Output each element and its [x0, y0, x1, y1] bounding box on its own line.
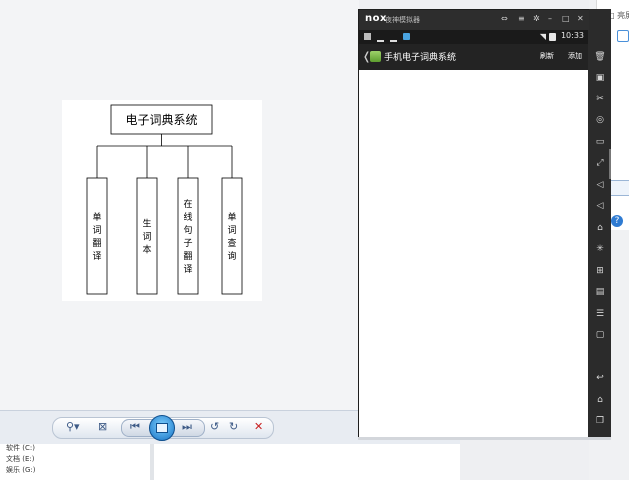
add-button[interactable]: 添加	[568, 51, 582, 61]
app-icon	[370, 51, 381, 62]
settings-icon[interactable]: ✲	[533, 14, 540, 24]
diagram-child-label: 子	[183, 238, 192, 249]
refresh-button[interactable]: 刷新	[540, 51, 554, 61]
previous-icon[interactable]: ⏮	[130, 420, 140, 434]
multi-instance-icon[interactable]: ⊞	[589, 264, 611, 278]
search-box[interactable]	[609, 180, 629, 196]
tree-item-drive-g[interactable]: 娱乐 (G:)	[6, 465, 35, 475]
tree-item-drive-e[interactable]: 文档 (E:)	[6, 454, 34, 464]
diagram-child-label: 查	[227, 237, 236, 249]
fullscreen-icon[interactable]: ⤢	[589, 156, 611, 170]
app-action-bar: ❬ 手机电子词典系统 刷新 添加	[359, 44, 588, 70]
file-list-pane	[154, 444, 460, 480]
tree-item-drive-c[interactable]: 软件 (C:)	[6, 443, 35, 453]
close-icon[interactable]: ✕	[577, 14, 584, 24]
diagram-child-label: 句	[183, 224, 192, 236]
shake-icon[interactable]: ✳	[589, 242, 611, 256]
actual-size-icon[interactable]: ⊠	[98, 420, 107, 434]
apk-icon[interactable]: ▣	[589, 71, 611, 85]
scissors-icon[interactable]: ✂	[589, 92, 611, 106]
android-status-bar: ◥ 10:33	[359, 30, 588, 44]
window-shadow	[358, 437, 611, 440]
emulator-title-bar[interactable]: nox 夜神模拟器 ⇔ ≡ ✲ – □ ✕	[359, 10, 590, 30]
diagram-child-label: 单	[227, 211, 236, 223]
help-icon[interactable]: ?	[611, 215, 623, 227]
zoom-icon[interactable]: ⚲▾	[66, 420, 80, 434]
app-content	[359, 70, 588, 437]
maximize-icon[interactable]: □	[562, 14, 570, 24]
more-icon[interactable]: ☰	[589, 307, 611, 321]
diagram-child-label: 本	[142, 244, 151, 256]
rotate-cw-icon[interactable]: ↻	[229, 420, 238, 434]
diagram-child-box	[221, 177, 243, 295]
download-icon	[390, 33, 397, 42]
sync-icon[interactable]: ⇔	[501, 14, 508, 24]
volume-down-icon[interactable]: ◁	[589, 199, 611, 213]
battery-icon	[549, 33, 556, 41]
back-icon[interactable]: ↩	[589, 371, 611, 385]
location-icon	[617, 30, 629, 42]
menu-icon[interactable]: ≡	[518, 14, 525, 24]
volume-up-icon[interactable]: ◁	[589, 178, 611, 192]
diagram-child-label: 单	[92, 211, 101, 223]
diagram-child-label: 词	[142, 232, 151, 243]
diagram-child-label: 线	[183, 211, 192, 223]
delete-icon[interactable]: ✕	[254, 420, 263, 434]
diagram-root-label: 电子词典系统	[125, 113, 197, 127]
home-icon[interactable]: ⌂	[589, 393, 611, 407]
diagram-child-box	[86, 177, 108, 295]
diagram-child-label: 译	[92, 251, 101, 262]
download-icon	[377, 33, 384, 42]
emulator-side-toolbar: 🗑 ▣ ✂ ◎ ▭ ⤢ ◁ ◁ ⌂ ✳ ⊞ ▤ ☰ ▢ ↩ ⌂ ❐	[589, 9, 611, 437]
diagram-child-label: 翻	[92, 238, 101, 249]
diagram-child-label: 词	[227, 225, 236, 236]
notification-icon	[364, 33, 371, 40]
diagram-svg: 电子词典系统 单词翻译生词本在线句子翻译单词查询	[86, 104, 243, 295]
app-title: 手机电子词典系统	[384, 53, 457, 63]
diagram-child-box	[177, 177, 199, 295]
diagram-child-label: 翻	[183, 251, 192, 262]
diagram-child-label: 词	[92, 225, 101, 236]
settings-icon[interactable]: ▢	[589, 328, 611, 342]
shield-icon	[403, 33, 410, 40]
rotate-ccw-icon[interactable]: ↺	[210, 420, 219, 434]
keyboard-icon[interactable]: ▭	[589, 135, 611, 149]
recent-apps-icon[interactable]: ❐	[589, 414, 611, 428]
minimize-icon[interactable]: –	[548, 14, 552, 24]
wifi-icon: ◥	[539, 32, 546, 41]
diagram-child-label: 生	[142, 218, 151, 230]
status-time: 10:33	[560, 31, 584, 40]
slideshow-button[interactable]	[149, 415, 175, 441]
diagram-child-label: 询	[227, 250, 236, 262]
slideshow-icon	[156, 423, 168, 433]
hierarchy-diagram-image: 电子词典系统 单词翻译生词本在线句子翻译单词查询	[62, 100, 262, 301]
diagram-child-label: 译	[183, 264, 192, 275]
trash-icon[interactable]: 🗑	[589, 50, 611, 64]
diagram-child-label: 在	[183, 198, 192, 210]
screenshot-icon[interactable]: ⌂	[589, 221, 611, 235]
file-tree: 软件 (C:) 文档 (E:) 娱乐 (G:)	[0, 444, 150, 480]
record-icon[interactable]: ▤	[589, 285, 611, 299]
next-icon[interactable]: ⏭	[182, 420, 192, 434]
nox-emulator-window: nox 夜神模拟器 ⇔ ≡ ✲ – □ ✕ ◥ 10:33 ❬ 手机电子词典系统…	[358, 9, 591, 439]
location-icon[interactable]: ◎	[589, 113, 611, 127]
nox-logo: nox	[365, 13, 387, 24]
emulator-name: 夜神模拟器	[385, 16, 420, 24]
